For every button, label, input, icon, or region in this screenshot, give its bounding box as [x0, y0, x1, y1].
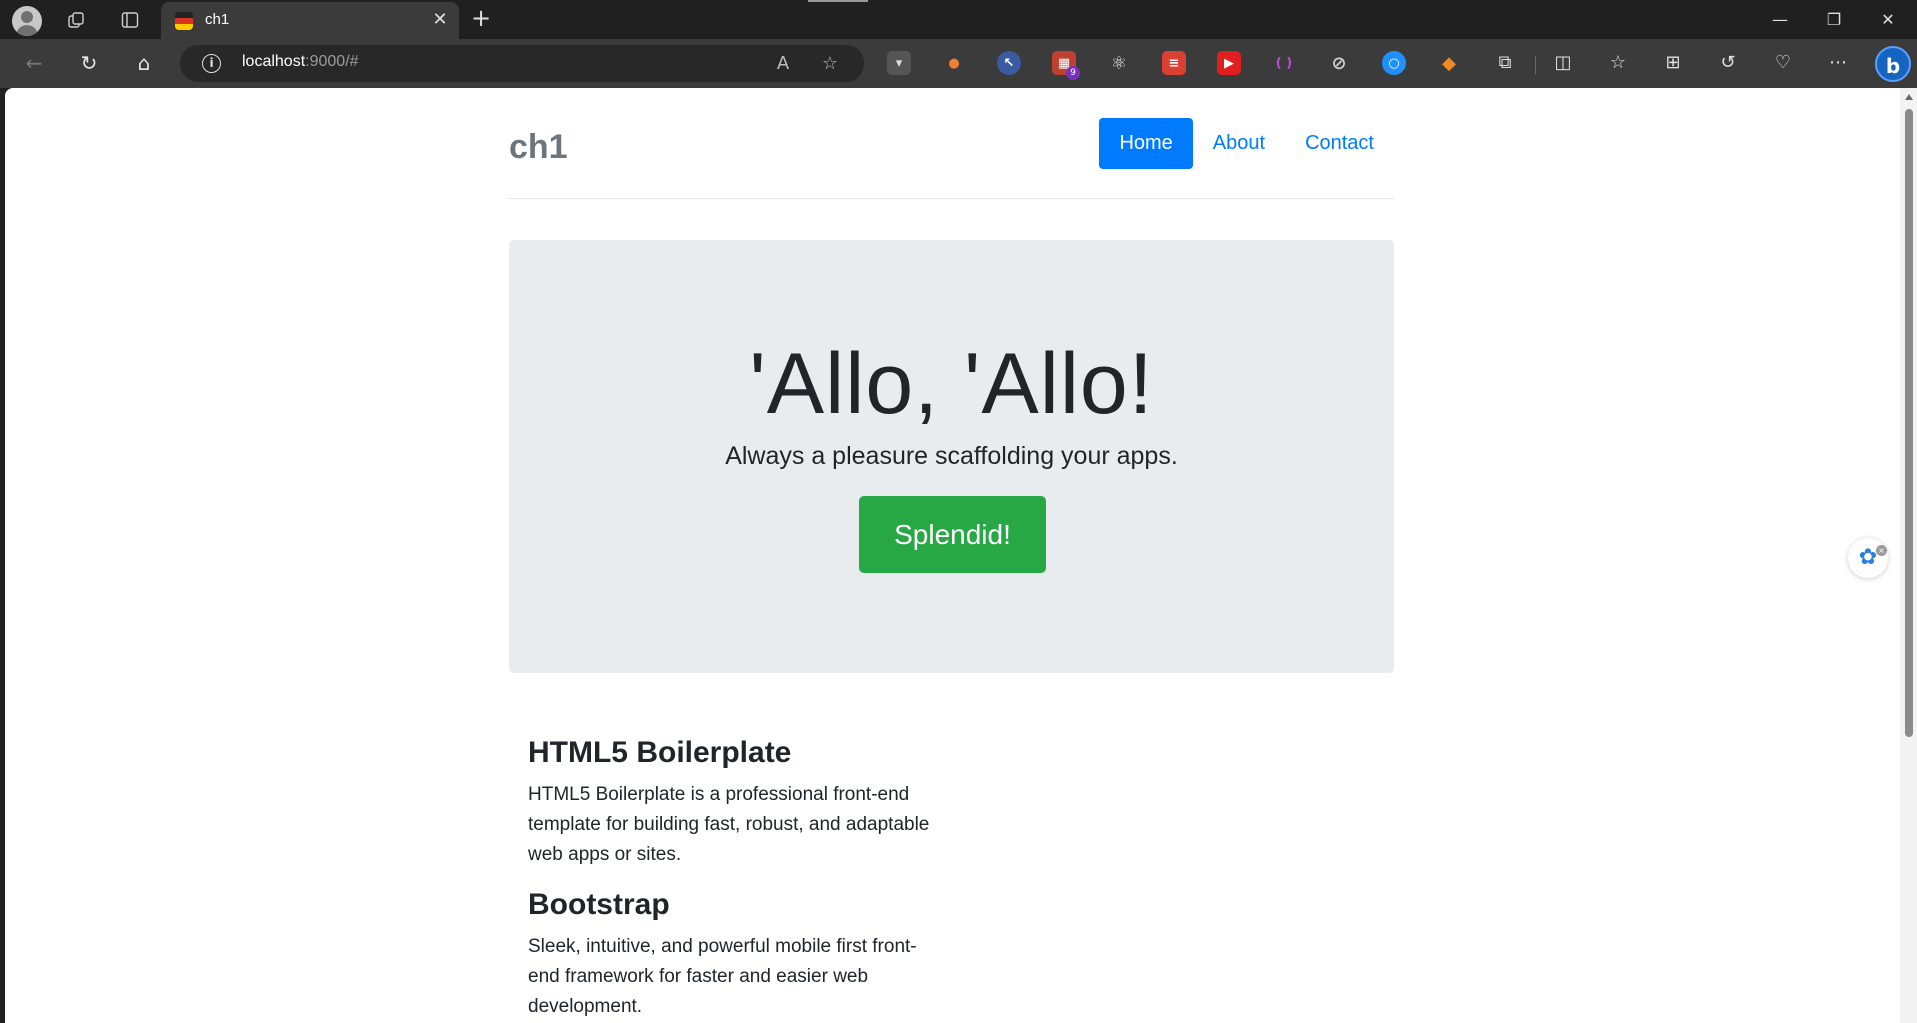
jumbotron-title: 'Allo, 'Allo! — [749, 336, 1154, 432]
url-path: :9000/# — [305, 53, 359, 70]
split-screen-icon[interactable]: ◫ — [1549, 49, 1577, 77]
video-speed-extension-icon[interactable]: ▶ — [1217, 51, 1241, 75]
history-icon[interactable]: ↺ — [1714, 49, 1742, 77]
site-nav: Home About Contact — [1099, 118, 1394, 169]
toolbar-separator — [1535, 56, 1536, 74]
site-info-icon[interactable]: i — [202, 54, 221, 73]
favorite-star-icon[interactable]: ☆ — [817, 51, 843, 77]
tab-close-icon[interactable]: ✕ — [429, 9, 451, 31]
browser-toolbar: ← ↻ ⌂ i localhost:9000/# A ☆ ▾ ● ↖ ▦ 9 ⚛… — [0, 39, 1917, 88]
minimize-button[interactable]: — — [1752, 0, 1808, 39]
nav-home[interactable]: Home — [1099, 118, 1193, 169]
todoist-extension-icon[interactable]: ≡ — [1162, 51, 1186, 75]
close-window-button[interactable]: ✕ — [1860, 0, 1916, 39]
site-header: ch1 Home About Contact — [509, 88, 1394, 199]
ai-assistant-float-icon[interactable]: ✿ — [1848, 538, 1888, 578]
nav-contact[interactable]: Contact — [1285, 118, 1394, 169]
url-host: localhost — [242, 53, 306, 70]
profile-avatar[interactable] — [12, 6, 42, 36]
site-brand: ch1 — [509, 128, 568, 166]
mouse-extension-icon[interactable]: ● — [942, 51, 966, 75]
bracket-extension-icon[interactable]: ( ) — [1272, 51, 1296, 75]
marketing-heading: HTML5 Boilerplate — [528, 736, 792, 769]
marketing-column: HTML5 Boilerplate HTML5 Boilerplate is a… — [528, 736, 938, 1023]
window-drag-indicator — [808, 0, 868, 2]
blue-circle-extension-icon[interactable]: ○ — [1382, 51, 1406, 75]
tab-ch1[interactable]: ch1 ✕ — [161, 2, 459, 39]
browser-essentials-icon[interactable]: ♡ — [1769, 49, 1797, 77]
more-menu-icon[interactable]: ⋯ — [1824, 49, 1852, 77]
float-close-icon[interactable]: × — [1876, 545, 1887, 556]
extension-badge: 9 — [1066, 66, 1080, 80]
workspaces-icon[interactable] — [60, 4, 94, 36]
marketing-text: HTML5 Boilerplate is a professional fron… — [528, 784, 930, 865]
compass-extension-icon[interactable]: ⊘ — [1327, 51, 1351, 75]
metamask-fox-icon[interactable]: ◆ — [1437, 51, 1461, 75]
splendid-button[interactable]: Splendid! — [859, 496, 1046, 573]
back-arrow-icon[interactable]: ← — [16, 45, 52, 81]
refresh-icon[interactable]: ↻ — [71, 45, 107, 81]
tab-title: ch1 — [205, 11, 230, 28]
vertical-tabs-icon[interactable] — [113, 4, 147, 36]
new-tab-button[interactable]: + — [466, 4, 496, 34]
read-aloud-icon[interactable]: A — [770, 51, 796, 77]
address-bar[interactable]: i localhost:9000/# A ☆ — [180, 45, 864, 82]
page-scrollbar[interactable] — [1900, 88, 1917, 1023]
jumbotron: 'Allo, 'Allo! Always a pleasure scaffold… — [509, 240, 1394, 673]
restore-button[interactable]: ❐ — [1806, 0, 1862, 39]
react-devtools-icon[interactable]: ⚛ — [1107, 51, 1131, 75]
pocket-extension-icon[interactable]: ▾ — [887, 51, 911, 75]
page-viewport: ch1 Home About Contact 'Allo, 'Allo! Alw… — [5, 88, 1917, 1023]
scroll-up-arrow-icon[interactable] — [1905, 94, 1913, 100]
copilot-icon[interactable]: b — [1875, 46, 1911, 82]
nav-about[interactable]: About — [1193, 118, 1285, 169]
favorites-icon[interactable]: ☆ — [1604, 49, 1632, 77]
favicon-icon — [175, 12, 193, 30]
browser-title-bar: ch1 ✕ + — ❐ ✕ — [0, 0, 1917, 39]
jumbotron-lead: Always a pleasure scaffolding your apps. — [725, 442, 1178, 470]
cursor-extension-icon[interactable]: ↖ — [997, 51, 1021, 75]
scroll-thumb[interactable] — [1905, 109, 1913, 737]
marketing-heading: Bootstrap — [528, 888, 670, 921]
marketing-text: Sleek, intuitive, and powerful mobile fi… — [528, 936, 917, 1017]
collections-icon[interactable]: ⊞ — [1659, 49, 1687, 77]
url-text[interactable]: localhost:9000/# — [242, 53, 359, 71]
home-icon[interactable]: ⌂ — [126, 45, 162, 81]
extensions-puzzle-icon[interactable]: ⧉ — [1491, 49, 1519, 77]
